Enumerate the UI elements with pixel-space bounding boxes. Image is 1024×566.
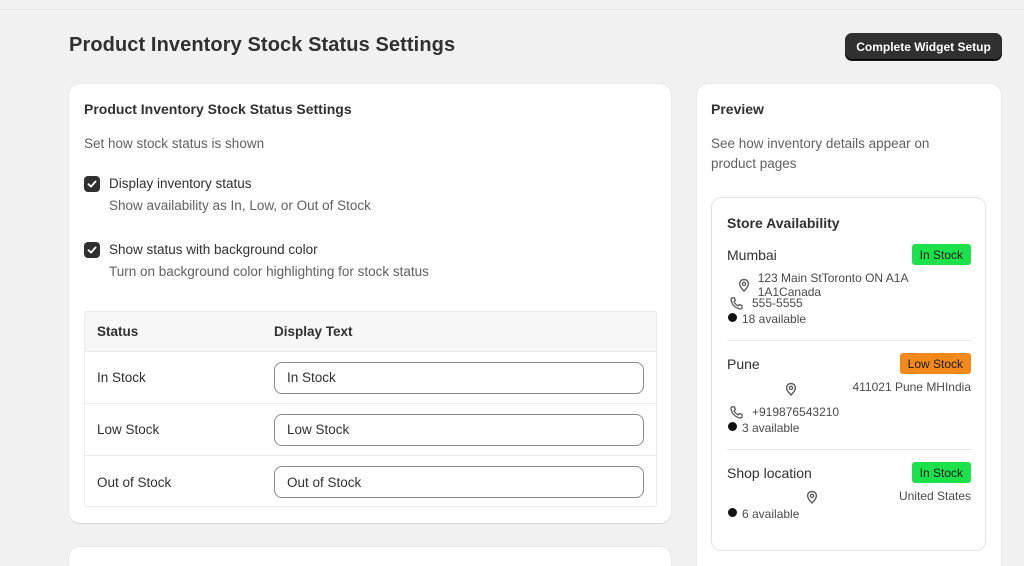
status-cell: In Stock — [97, 370, 146, 385]
store-item-shop-location: Shop location In Stock United States 6 a… — [727, 462, 971, 542]
store-address-pin — [782, 380, 800, 398]
in-stock-display-text-input[interactable] — [274, 361, 644, 394]
settings-card: Product Inventory Stock Status Settings … — [69, 84, 671, 523]
phone-icon — [727, 294, 745, 312]
widget-title: Store Availability — [727, 215, 840, 231]
page-title: Product Inventory Stock Status Settings — [69, 34, 456, 56]
status-badge: Low Stock — [899, 353, 971, 374]
status-table-header: Status Display Text — [85, 312, 656, 352]
display-inventory-status-label[interactable]: Display inventory status — [109, 175, 371, 193]
display-text-column-header: Display Text — [274, 324, 353, 339]
status-cell: Out of Stock — [97, 474, 172, 490]
next-settings-card — [69, 547, 671, 566]
checkmark-icon — [87, 246, 97, 254]
status-table: Status Display Text In Stock Low Stock O… — [84, 311, 657, 507]
phone-icon — [727, 403, 745, 421]
store-phone: +919876543210 — [727, 403, 839, 421]
store-item-mumbai: Mumbai In Stock 123 Main StToronto ON A1… — [727, 244, 971, 342]
background-color-option: Show status with background color Turn o… — [84, 241, 429, 281]
display-inventory-status-checkbox[interactable] — [84, 176, 100, 192]
table-row: In Stock — [85, 352, 656, 404]
store-available-count: 6 available — [742, 507, 800, 521]
location-pin-icon — [803, 488, 821, 506]
preview-title: Preview — [711, 101, 764, 117]
store-address-pin — [803, 488, 821, 506]
store-phone: 555-5555 — [727, 294, 803, 312]
status-badge: In Stock — [911, 462, 971, 483]
settings-card-title: Product Inventory Stock Status Settings — [84, 101, 352, 117]
out-of-stock-display-text-input[interactable] — [274, 466, 644, 498]
store-phone-text: 555-5555 — [752, 296, 803, 310]
display-inventory-status-help: Show availability as In, Low, or Out of … — [109, 198, 371, 213]
store-name: Pune — [727, 356, 760, 372]
top-divider — [0, 9, 1024, 10]
store-name: Shop location — [727, 465, 812, 481]
store-availability-widget: Store Availability Mumbai In Stock 123 M… — [711, 197, 986, 551]
availability-dot — [728, 313, 737, 322]
preview-description: See how inventory details appear on prod… — [711, 136, 930, 171]
status-column-header: Status — [97, 324, 139, 339]
store-available-count: 3 available — [742, 421, 800, 435]
store-divider — [727, 449, 971, 450]
table-row: Out of Stock — [85, 456, 656, 508]
availability-dot — [728, 508, 737, 517]
location-pin-icon — [782, 380, 800, 398]
background-color-help: Turn on background color highlighting fo… — [109, 264, 429, 279]
preview-card: Preview See how inventory details appear… — [697, 84, 1001, 566]
low-stock-display-text-input[interactable] — [274, 413, 644, 446]
status-badge: In Stock — [911, 244, 971, 265]
store-phone-text: +919876543210 — [752, 405, 840, 419]
status-cell: Low Stock — [97, 422, 160, 437]
display-inventory-status-option: Display inventory status Show availabili… — [84, 175, 371, 215]
store-item-pune: Pune Low Stock 411021 Pune MHIndia +9198… — [727, 353, 971, 451]
store-divider — [727, 340, 971, 341]
store-address-text: 411021 Pune MHIndia — [852, 380, 971, 394]
store-name: Mumbai — [727, 247, 777, 263]
background-color-checkbox[interactable] — [84, 242, 100, 258]
background-color-label[interactable]: Show status with background color — [109, 241, 429, 259]
checkmark-icon — [87, 180, 97, 188]
complete-widget-setup-button[interactable]: Complete Widget Setup — [845, 33, 1002, 60]
table-row: Low Stock — [85, 404, 656, 456]
settings-subtitle: Set how stock status is shown — [84, 136, 265, 151]
availability-dot — [728, 422, 737, 431]
location-pin-icon — [735, 276, 753, 294]
store-address-text: United States — [898, 489, 971, 503]
store-available-count: 18 available — [742, 312, 807, 326]
